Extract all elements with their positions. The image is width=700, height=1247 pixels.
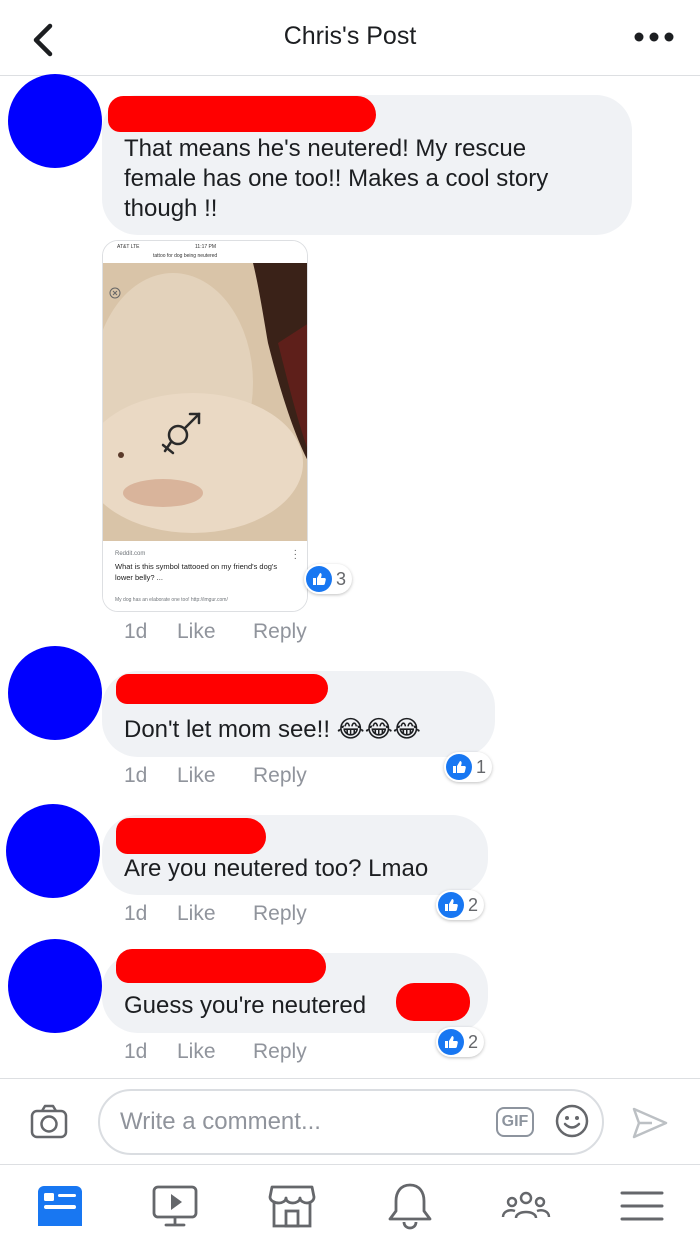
smiley-icon[interactable] [554,1103,590,1139]
comment-3: Are you neutered too? Lmao 2 1d Like Rep… [0,800,700,940]
menu-icon[interactable] [614,1181,670,1231]
link-description: My dog has an elaborate one too! http://… [115,597,228,603]
reaction-count-badge[interactable]: 2 [436,890,485,920]
comment-text: Are you neutered too? Lmao [124,855,429,882]
thumbs-up-icon [446,754,472,780]
comment-1: That means he's neutered! My rescue fema… [0,0,700,650]
reply-button[interactable]: Reply [253,764,307,788]
reply-button[interactable]: Reply [253,1040,307,1064]
redacted-name [108,96,376,132]
reaction-count-badge[interactable]: 1 [444,752,493,782]
comment-text: Guess you're neutered [124,992,367,1019]
laughing-emoji: 😂😂😂 [336,716,421,743]
comment-composer: GIF [0,1078,700,1164]
watch-icon[interactable] [147,1181,203,1231]
reaction-count: 1 [476,756,487,777]
comment-time: 1d [124,1040,148,1063]
reply-button[interactable]: Reply [253,902,307,926]
like-button[interactable]: Like [177,1040,216,1064]
avatar[interactable] [8,646,102,740]
link-source: Reddit.com [115,551,146,557]
marketplace-icon[interactable] [264,1181,320,1231]
card-status-bar: AT&T LTE 11:17 PM tattoo for dog being n… [103,241,307,263]
comment-4: Guess you're neutered 2 1d Like Reply [0,935,700,1075]
comment-2: Don't let mom see!! 😂😂😂 1 1d Like Reply [0,640,700,790]
card-more-icon[interactable]: · · · [294,546,297,564]
comment-text: Don't let mom see!! 😂😂😂 [124,716,421,743]
gif-button[interactable]: GIF [496,1107,534,1137]
avatar[interactable] [8,74,102,168]
redacted-name [116,674,328,704]
avatar[interactable] [8,939,102,1033]
reaction-count-badge[interactable]: 3 [304,564,353,594]
send-icon[interactable] [630,1103,670,1143]
comment-text: That means he's neutered! My rescue fema… [124,135,549,222]
link-title: What is this symbol tattooed on my frien… [115,562,278,582]
redacted-name [116,818,266,854]
groups-icon[interactable] [498,1181,554,1231]
notifications-icon[interactable] [382,1181,438,1231]
bottom-tab-bar [0,1164,700,1247]
thumbs-up-icon [438,892,464,918]
redacted-text [396,983,470,1021]
dog-belly-photo [103,263,307,543]
reaction-count: 2 [468,894,479,915]
comment-time: 1d [124,764,148,787]
like-button[interactable]: Like [177,902,216,926]
comment-time: 1d [124,902,148,925]
comment-input[interactable] [120,1105,480,1139]
avatar[interactable] [6,804,100,898]
like-button[interactable]: Like [177,764,216,788]
redacted-name [116,949,326,983]
comment-input-box[interactable]: GIF [98,1089,604,1155]
reaction-count-badge[interactable]: 2 [436,1027,485,1057]
reaction-count: 3 [336,568,347,589]
camera-icon[interactable] [28,1101,70,1143]
thumbs-up-icon [306,566,332,592]
thumbs-up-icon [438,1029,464,1055]
news-feed-icon[interactable] [32,1181,88,1231]
reaction-count: 2 [468,1031,479,1052]
link-preview[interactable]: Reddit.com What is this symbol tattooed … [103,541,307,611]
shared-image-card[interactable]: AT&T LTE 11:17 PM tattoo for dog being n… [102,240,308,612]
